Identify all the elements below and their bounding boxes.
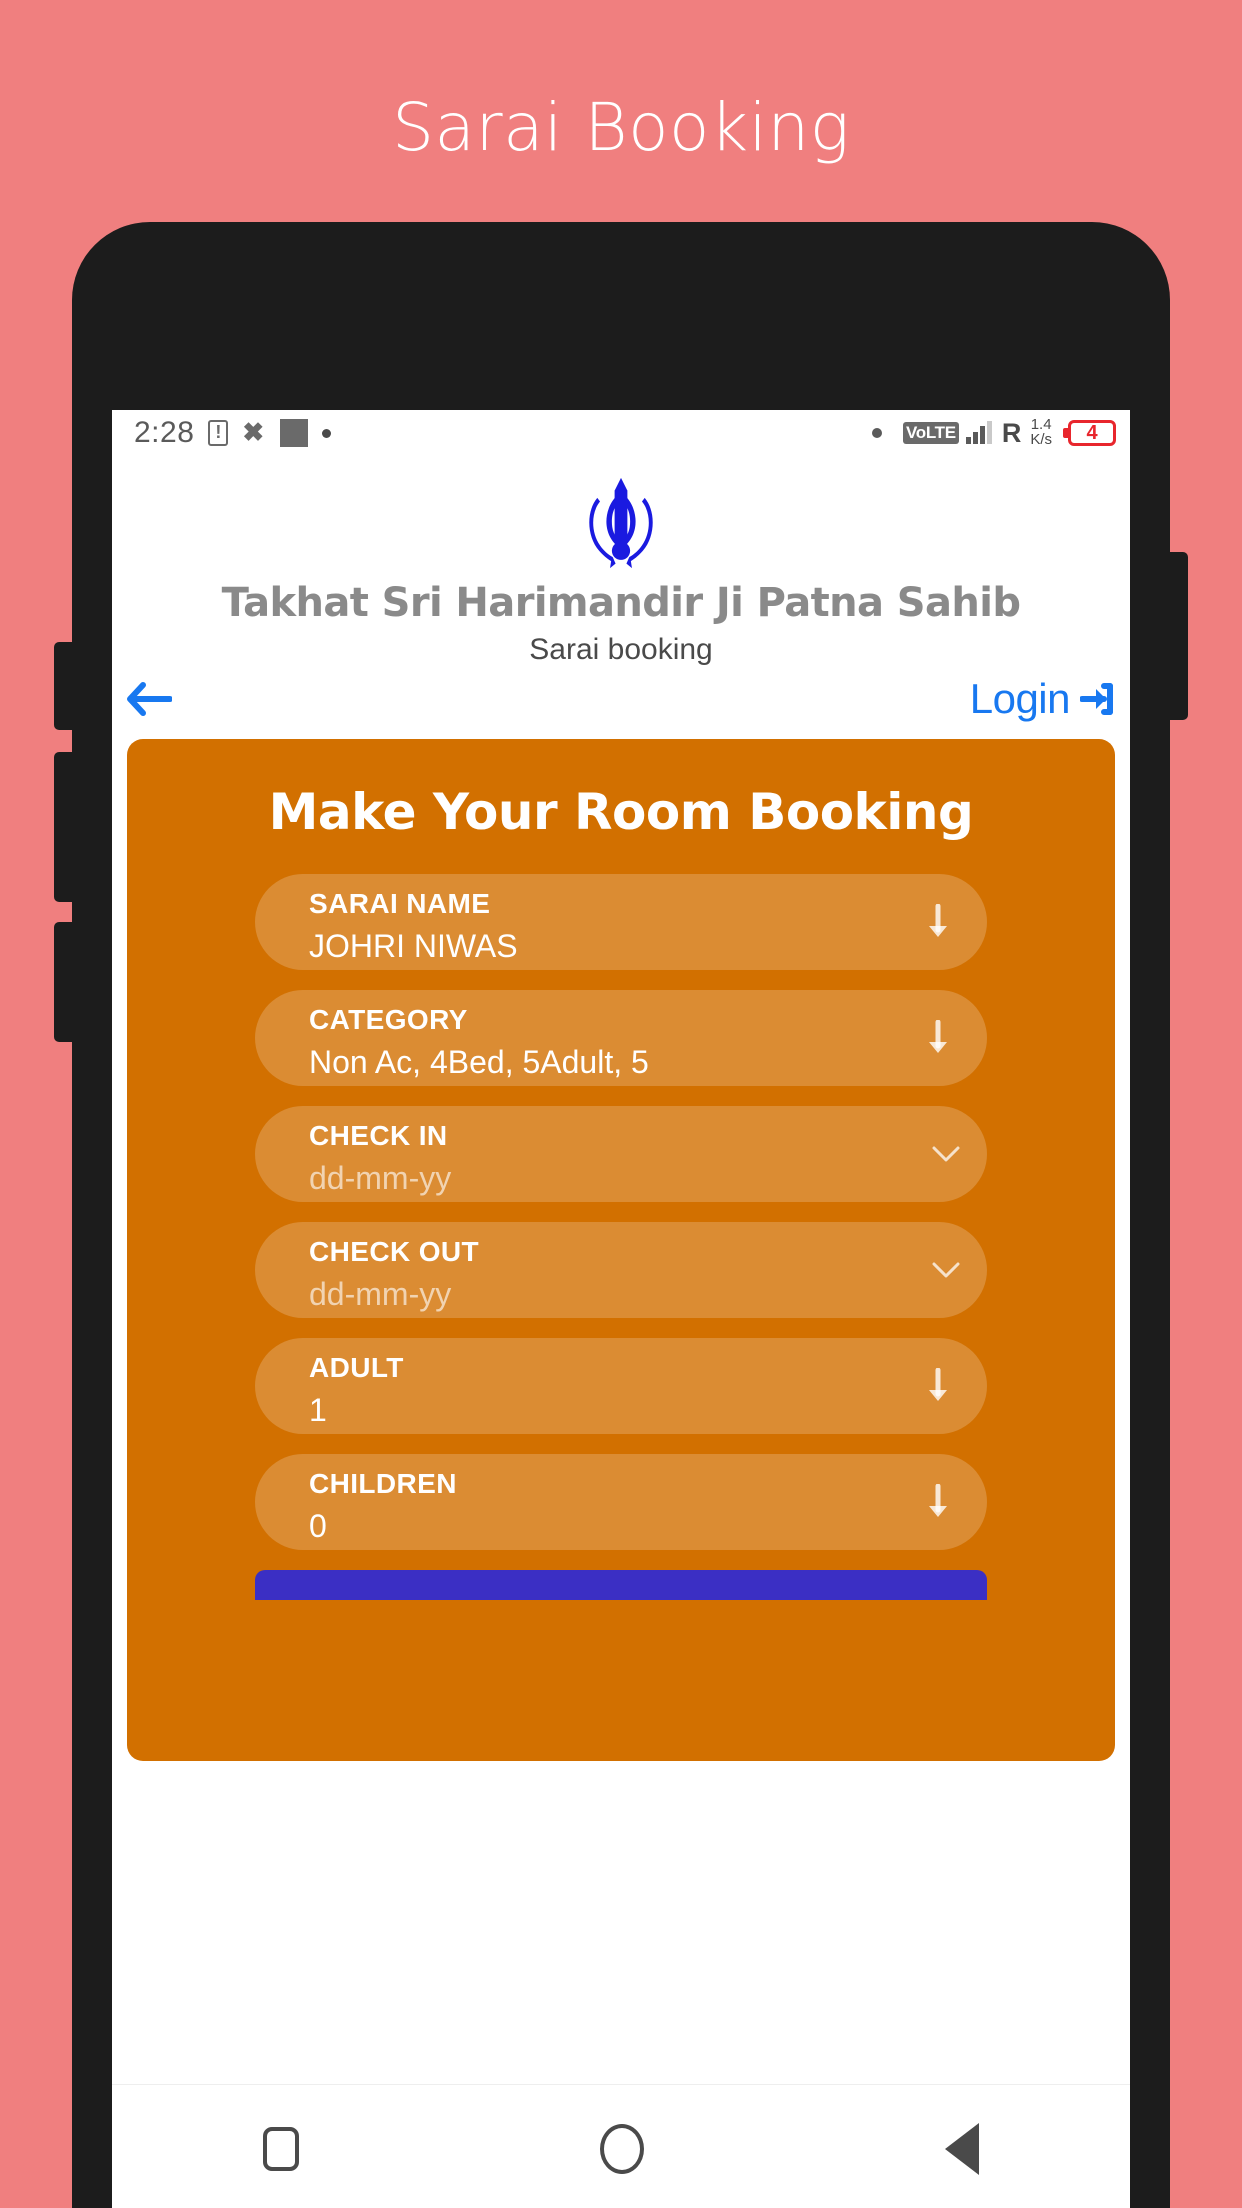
sign-in-icon	[1080, 683, 1113, 716]
org-subtitle: Sarai booking	[529, 633, 713, 667]
field-value: 1	[309, 1392, 327, 1429]
phone-screen: 2:28 ✖ VoLTE R 1.4 K/s 4	[112, 410, 1130, 2208]
status-bar-right: VoLTE R 1.4 K/s 4	[872, 417, 1116, 448]
arrow-down-icon[interactable]	[925, 1020, 951, 1056]
signal-bars-icon	[965, 421, 992, 444]
login-button[interactable]: Login	[970, 675, 1116, 723]
status-time: 2:28	[134, 416, 195, 449]
volume-down-button[interactable]	[54, 752, 80, 902]
field-check-out[interactable]: CHECK OUT dd-mm-yy	[255, 1222, 987, 1319]
field-value: 0	[309, 1508, 327, 1545]
circle-home-icon[interactable]	[599, 2123, 644, 2174]
chevron-down-icon[interactable]	[931, 1144, 961, 1164]
field-label: SARAI NAME	[309, 888, 491, 920]
field-check-in[interactable]: CHECK IN dd-mm-yy	[255, 1106, 987, 1203]
field-category[interactable]: CATEGORY Non Ac, 4Bed, 5Adult, 5	[255, 990, 987, 1087]
bowtie-icon: ✖	[242, 417, 265, 447]
arrow-down-icon[interactable]	[925, 1368, 951, 1404]
volume-up-button[interactable]	[54, 642, 80, 730]
square-recents-icon[interactable]	[262, 2126, 299, 2171]
phone-mockup: 2:28 ✖ VoLTE R 1.4 K/s 4	[54, 222, 1188, 2208]
square-icon	[280, 419, 309, 447]
field-label: CHECK OUT	[309, 1236, 480, 1268]
field-value: dd-mm-yy	[309, 1160, 452, 1197]
roaming-indicator: R	[1001, 417, 1022, 448]
dot-icon	[322, 428, 332, 438]
booking-fields: SARAI NAME JOHRI NIWAS CATEGORY Non Ac, …	[127, 842, 1115, 1551]
app-header: Takhat Sri Harimandir Ji Patna Sahib Sar…	[112, 456, 1130, 740]
khanda-icon	[589, 477, 653, 569]
side-button[interactable]	[54, 922, 80, 1042]
field-label: CHECK IN	[309, 1120, 448, 1152]
battery-icon: 4	[1063, 420, 1116, 446]
booking-card: Make Your Room Booking SARAI NAME JOHRI …	[127, 739, 1115, 1762]
field-label: ADULT	[309, 1352, 404, 1384]
clipboard-alert-icon	[208, 419, 229, 446]
logo-row	[112, 474, 1130, 582]
field-value: dd-mm-yy	[309, 1276, 452, 1313]
header-nav-row: Login	[112, 667, 1130, 739]
submit-button[interactable]	[255, 1570, 987, 1601]
status-bar-left: 2:28 ✖	[134, 416, 872, 450]
field-sarai-name[interactable]: SARAI NAME JOHRI NIWAS	[255, 874, 987, 971]
triangle-back-icon[interactable]	[945, 2122, 980, 2175]
arrow-left-icon[interactable]	[126, 682, 172, 717]
power-button[interactable]	[1162, 552, 1188, 720]
data-speed-indicator: 1.4 K/s	[1030, 417, 1052, 448]
field-children[interactable]: CHILDREN 0	[255, 1454, 987, 1551]
field-label: CATEGORY	[309, 1004, 468, 1036]
field-adult[interactable]: ADULT 1	[255, 1338, 987, 1435]
login-label: Login	[969, 675, 1071, 723]
card-title: Make Your Room Booking	[268, 783, 974, 842]
field-label: CHILDREN	[309, 1468, 457, 1500]
android-nav-bar	[112, 2084, 1130, 2208]
chevron-down-icon[interactable]	[931, 1260, 961, 1280]
battery-level: 4	[1068, 420, 1116, 446]
arrow-down-icon[interactable]	[925, 1484, 951, 1520]
dot-icon	[872, 428, 882, 438]
arrow-down-icon[interactable]	[925, 904, 951, 940]
org-title: Takhat Sri Harimandir Ji Patna Sahib	[221, 580, 1021, 626]
field-value: JOHRI NIWAS	[309, 928, 518, 965]
page-title: Sarai Booking	[392, 89, 850, 166]
field-value: Non Ac, 4Bed, 5Adult, 5	[309, 1044, 649, 1081]
data-speed-unit: K/s	[1030, 431, 1052, 448]
status-bar: 2:28 ✖ VoLTE R 1.4 K/s 4	[112, 410, 1130, 456]
volte-badge: VoLTE	[903, 422, 959, 444]
